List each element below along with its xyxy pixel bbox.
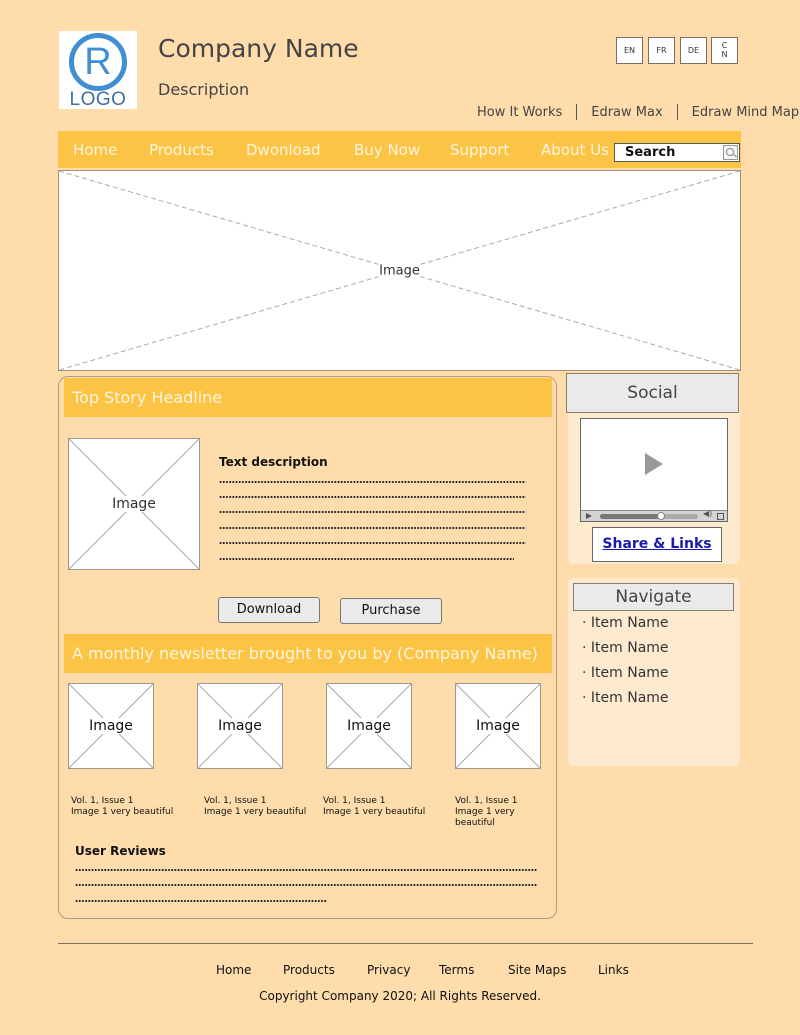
language-fr-button[interactable]: FR — [648, 37, 675, 64]
issue-volume: Vol. 1, Issue 1 — [323, 796, 386, 806]
issue-caption: Vol. 1, Issue 1 Image 1 very beautiful — [323, 796, 425, 818]
nav-about-us[interactable]: About Us — [541, 141, 609, 159]
footer-link-terms[interactable]: Terms — [439, 963, 474, 977]
social-title: Social — [566, 373, 739, 413]
text-line — [219, 558, 514, 560]
divider — [676, 104, 678, 120]
issue-image-label: Image — [474, 718, 522, 734]
issue-volume: Vol. 1, Issue 1 — [204, 796, 267, 806]
user-reviews-title: User Reviews — [75, 844, 166, 858]
nav-download[interactable]: Dwonload — [246, 141, 321, 159]
newsletter-heading: A monthly newsletter brought to you by (… — [64, 634, 552, 673]
language-cn-button[interactable]: C N — [711, 37, 738, 64]
volume-icon[interactable]: ◀) — [703, 509, 712, 518]
issue-caption: Vol. 1, Issue 1 Image 1 very beautiful — [71, 796, 173, 818]
navigate-item[interactable]: · Item Name — [582, 615, 669, 631]
review-line — [75, 884, 537, 886]
issue-image-label: Image — [216, 718, 264, 734]
video-player[interactable]: ◀) — [580, 418, 728, 522]
footer-divider — [58, 943, 753, 944]
play-small-icon[interactable] — [586, 513, 592, 519]
issue-image[interactable]: Image — [197, 683, 283, 769]
footer-link-privacy[interactable]: Privacy — [367, 963, 410, 977]
issue-image-label: Image — [345, 718, 393, 734]
issue-caption: Vol. 1, Issue 1 Image 1 very beautiful — [204, 796, 306, 818]
top-link-how-it-works[interactable]: How It Works — [477, 105, 562, 120]
divider — [576, 104, 578, 120]
copyright: Copyright Company 2020; All Rights Reser… — [259, 989, 541, 1003]
top-links: How It Works Edraw Max Edraw Mind Map — [477, 104, 799, 120]
registered-r-icon: R — [69, 33, 127, 91]
video-progress-fill — [600, 514, 661, 519]
nav-buy-now[interactable]: Buy Now — [354, 141, 420, 159]
company-name: Company Name — [158, 34, 359, 63]
navigate-title: Navigate — [573, 583, 734, 611]
issue-image-label: Image — [87, 718, 135, 734]
top-story-headline[interactable]: Top Story Headline — [64, 378, 552, 417]
video-progress-bar[interactable] — [600, 514, 698, 519]
top-link-edraw-mind-map[interactable]: Edraw Mind Map — [692, 105, 799, 120]
main-nav: Home Products Dwonload Buy Now Support A… — [58, 131, 741, 168]
story-image-label: Image — [110, 496, 158, 512]
nav-home[interactable]: Home — [73, 141, 117, 159]
issue-volume: Vol. 1, Issue 1 — [455, 796, 518, 806]
fullscreen-icon[interactable] — [717, 513, 724, 520]
story-image: Image — [68, 438, 200, 570]
issue-caption: Vol. 1, Issue 1 Image 1 very beautiful — [455, 796, 556, 829]
banner-image: Image — [58, 170, 741, 371]
search-icon[interactable] — [723, 145, 738, 160]
issue-image[interactable]: Image — [455, 683, 541, 769]
language-en-button[interactable]: EN — [616, 37, 643, 64]
issue-description: Image 1 very beautiful — [323, 807, 426, 817]
company-description: Description — [158, 80, 250, 99]
navigate-item[interactable]: · Item Name — [582, 690, 669, 706]
download-button[interactable]: Download — [218, 597, 320, 623]
issue-description: Image 1 very beautiful — [71, 807, 174, 817]
nav-products[interactable]: Products — [149, 141, 214, 159]
issue-volume: Vol. 1, Issue 1 — [71, 796, 134, 806]
text-line — [219, 481, 526, 483]
language-de-button[interactable]: DE — [680, 37, 707, 64]
issue-image[interactable]: Image — [68, 683, 154, 769]
video-scrubber-handle[interactable] — [656, 512, 665, 520]
search-placeholder: Search — [625, 145, 676, 160]
share-links-button[interactable]: Share & Links — [592, 527, 722, 562]
review-line — [75, 900, 327, 902]
navigate-item[interactable]: · Item Name — [582, 640, 669, 656]
navigate-item[interactable]: · Item Name — [582, 665, 669, 681]
main-content-panel: Top Story Headline Image Text descriptio… — [58, 376, 557, 919]
footer-link-home[interactable]: Home — [216, 963, 251, 977]
footer-link-links[interactable]: Links — [598, 963, 629, 977]
text-line — [219, 511, 526, 513]
text-line — [219, 496, 526, 498]
text-description-title: Text description — [219, 455, 328, 469]
video-controls: ◀) — [581, 509, 727, 521]
footer-link-site-maps[interactable]: Site Maps — [508, 963, 566, 977]
issue-image[interactable]: Image — [326, 683, 412, 769]
text-line — [219, 527, 526, 529]
footer-link-products[interactable]: Products — [283, 963, 335, 977]
banner-image-label: Image — [378, 263, 421, 278]
play-icon[interactable] — [645, 453, 663, 475]
search-input[interactable]: Search — [614, 143, 740, 162]
text-line — [219, 542, 526, 544]
review-line — [75, 869, 537, 871]
issue-description: Image 1 very beautiful — [455, 807, 515, 828]
top-link-edraw-max[interactable]: Edraw Max — [591, 105, 662, 120]
company-logo[interactable]: R LOGO — [59, 31, 137, 109]
nav-support[interactable]: Support — [450, 141, 509, 159]
logo-text: LOGO — [69, 89, 127, 110]
issue-description: Image 1 very beautiful — [204, 807, 307, 817]
purchase-button[interactable]: Purchase — [340, 598, 442, 624]
